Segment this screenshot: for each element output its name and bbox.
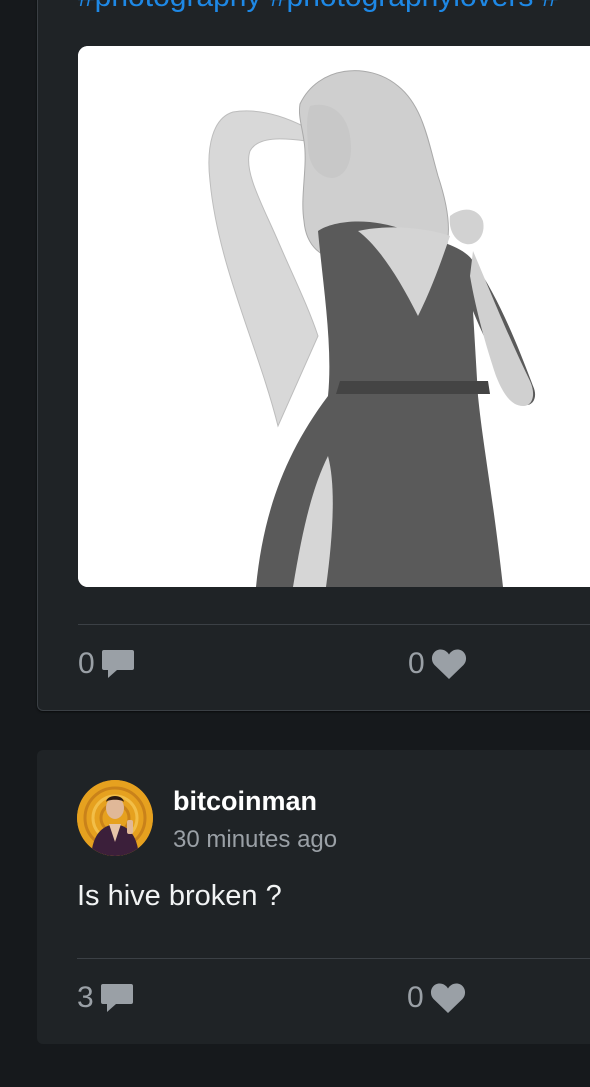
heart-icon xyxy=(431,648,467,680)
avatar[interactable] xyxy=(77,780,153,856)
post-body: Is hive broken ? xyxy=(77,880,282,912)
comment-icon xyxy=(100,982,134,1014)
heart-icon xyxy=(430,982,466,1014)
likes-count: 0 xyxy=(407,981,424,1014)
post-card: #photography #photographylovers # xyxy=(37,0,590,711)
post-image[interactable] xyxy=(78,46,590,587)
post-hashtags[interactable]: #photography #photographylovers # xyxy=(78,0,558,12)
comments-count: 0 xyxy=(78,647,95,680)
comment-icon xyxy=(101,648,135,680)
post-divider xyxy=(77,958,590,959)
like-button[interactable]: 0 xyxy=(408,644,467,684)
comments-button[interactable]: 3 xyxy=(77,978,134,1018)
avatar-image xyxy=(77,780,153,856)
comments-count: 3 xyxy=(77,981,94,1014)
like-button[interactable]: 0 xyxy=(407,978,466,1018)
post-photo-illustration xyxy=(78,46,590,587)
post-divider xyxy=(78,624,590,625)
post-card: bitcoinman 30 minutes ago Is hive broken… xyxy=(37,750,590,1044)
comments-button[interactable]: 0 xyxy=(78,644,135,684)
post-author[interactable]: bitcoinman xyxy=(173,786,317,817)
post-timestamp: 30 minutes ago xyxy=(173,826,338,853)
likes-count: 0 xyxy=(408,647,425,680)
feed: #photography #photographylovers # xyxy=(0,0,590,1087)
